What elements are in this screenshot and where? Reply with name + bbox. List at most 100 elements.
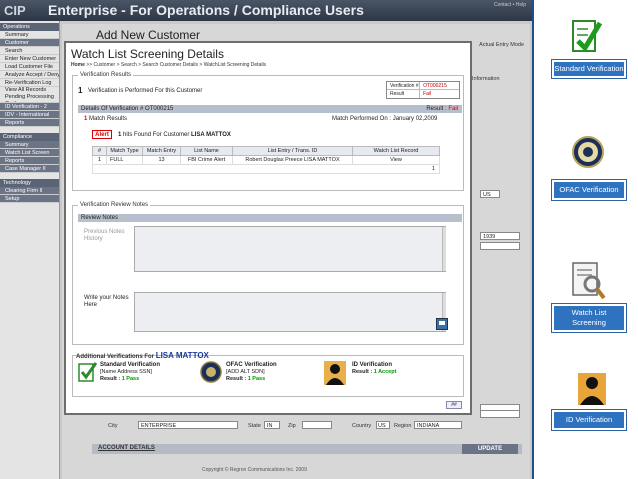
write-notes-label: Write your Notes Here [84,295,129,308]
sidebar-item[interactable]: Summary [0,141,59,149]
country-select[interactable]: US [376,421,390,429]
av-result-value: 1 Pass [121,376,140,382]
id-person-icon [324,361,346,385]
number-value: 1939 [483,234,496,240]
sidebar-item[interactable]: Load Customer File [0,63,59,71]
country-field[interactable]: US [480,190,500,198]
sidebar-item[interactable]: Reports [0,157,59,165]
sidebar-item[interactable]: Reports [0,119,59,127]
column-header: Match Entry [142,146,181,156]
city-value: ENTERPRISE [141,423,177,429]
sidebar-item[interactable]: Re-Verification Log [0,79,59,87]
summary-value: Fail [423,91,432,97]
state-field[interactable]: IN [264,421,280,429]
alert-button[interactable]: Alert [92,130,112,139]
breadcrumb-path[interactable]: >> Customer > Search > Search Customer D… [85,62,266,68]
sidebar-item[interactable]: Customer [0,39,59,47]
table-cell: 1 [92,155,107,165]
av-result: Result : 1 Accept [352,369,396,376]
view-mode-label[interactable]: Actual Entry Mode [479,42,524,48]
feature-panel: Standard Verification OFAC Verification … [532,0,638,479]
sidebar-item[interactable]: Clearing Firm II [0,187,59,195]
hits-count: 1 [118,132,122,138]
match-results-label: Match Results [89,116,128,122]
input-field[interactable] [480,410,520,418]
match-results: 1 Match Results [84,116,127,122]
id-verification-person-icon [578,373,606,405]
country-value: US [483,192,491,198]
av-sub: [ADD ALT SDN] [226,369,265,375]
zip-label: Zip [288,423,296,429]
country-label: Country [352,423,372,429]
previous-notes-scrollbar[interactable] [442,227,446,271]
input-field[interactable] [480,242,520,250]
previous-notes-box[interactable] [134,226,446,272]
av-title[interactable]: Standard Verification [100,362,160,369]
summary-key: Verification # [387,82,421,89]
table-pager-row: 1 [92,164,440,174]
verification-count: 1 [78,86,83,95]
sidebar-head-compliance[interactable]: Compliance [0,133,59,141]
sidebar-item[interactable]: View All Records Pending Processing Cycl… [0,87,59,103]
sidebar-head-operations[interactable]: Operations [0,23,59,31]
sidebar-item[interactable]: Setup [0,195,59,203]
ofac-verification-label[interactable]: OFAC Verification [551,179,627,201]
city-field[interactable]: ENTERPRISE [138,421,238,429]
av-sub: [Name Address SSN] [100,369,152,375]
section-title: Verification Results [78,72,134,78]
table-row: 1 FULL 13 FBI Crime Alert Robert Douglas… [92,155,440,165]
account-details-link[interactable]: ACCOUNT DETAILS [98,445,155,451]
write-notes-textarea[interactable] [134,292,446,332]
match-performed-on: Match Performed On : January 02,2009 [332,116,438,122]
update-button[interactable]: UPDATE [462,444,518,454]
view-record-link[interactable]: View [352,155,440,165]
region-select[interactable]: INDIANA [414,421,462,429]
summary-key: Result [387,90,421,98]
sidebar-item[interactable]: Search [0,47,59,55]
save-notes-icon[interactable] [436,318,448,330]
sidebar-item[interactable]: ID Verification - 2 [0,103,59,111]
av-result-label: Result : [100,376,122,382]
review-notes-bar: Review Notes [78,214,462,222]
app-window: CIP Enterprise - For Operations / Compli… [0,0,532,479]
region-value: INDIANA [417,423,440,429]
breadcrumb-home[interactable]: Home [71,62,85,68]
app-logo: CIP [4,3,26,18]
zip-field[interactable] [302,421,332,429]
additional-verifications-title: Additional Verifications For LISA MATTOX [76,351,209,360]
av-title[interactable]: ID Verification [352,362,396,369]
table-cell: Robert Douglas Preece LISA MATTOX [232,155,353,165]
match-table: # Match Type Match Entry List Name List … [92,146,440,174]
state-label: State [248,423,261,429]
watch-list-screening-label[interactable]: Watch List Screening [551,303,627,333]
id-verification-label[interactable]: ID Verification [551,409,627,431]
table-header-row: # Match Type Match Entry List Name List … [92,146,440,156]
sidebar-head-technology[interactable]: Technology [0,179,59,187]
modal-title: Watch List Screening Details [71,47,224,61]
standard-verification-block: Standard Verification [Name Address SSN]… [100,362,160,383]
sidebar-item[interactable]: Summary [0,31,59,39]
sidebar-item[interactable]: Enter New Customer [0,55,59,63]
sidebar-item[interactable]: Case Manager II [0,165,59,173]
number-field[interactable]: 1939 [480,232,520,240]
id-verification-block: ID Verification Result : 1 Accept [352,362,396,376]
previous-notes-label: Previous Notes History [84,229,125,242]
page-title: Add New Customer [96,28,201,42]
sidebar-item[interactable]: IDV - International [0,111,59,119]
sidebar-item[interactable]: Watch List Screen [0,149,59,157]
details-label: Details Of Verification # OT000215 [81,106,174,112]
section-title: Verification Review Notes [78,202,151,208]
app-title: Enterprise - For Operations / Compliance… [48,2,364,18]
sidebar-item[interactable]: Analyze Accept / Deny [0,71,59,79]
av-result-value: 1 Pass [247,376,266,382]
next-button[interactable]: ## [446,401,462,409]
av-result-value: 1 Accept [373,369,397,375]
document-magnifier-icon [572,262,606,300]
page-number[interactable]: 1 [92,164,440,174]
standard-verification-label[interactable]: Standard Verification [551,59,627,79]
result-value: Fail [448,106,458,112]
av-title[interactable]: OFAC Verification [226,362,277,369]
summary-value[interactable]: OT000215 [420,82,447,89]
table-cell: 13 [142,155,181,165]
top-links[interactable]: Contact • Help [494,2,526,8]
